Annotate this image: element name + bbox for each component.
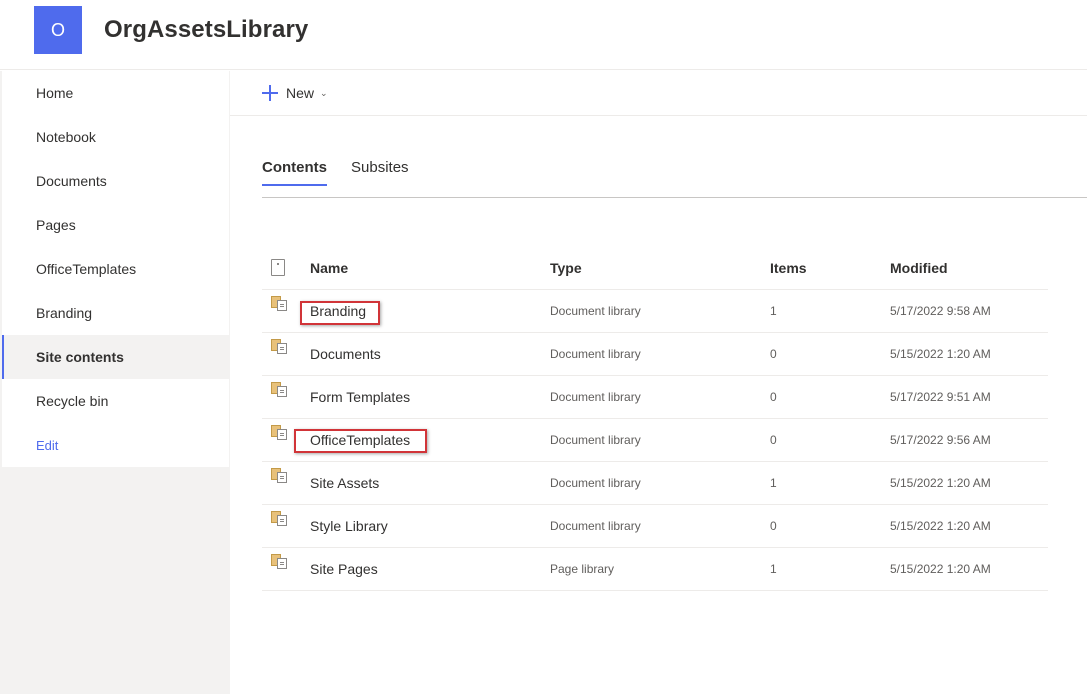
new-button-label: New [286, 85, 315, 101]
row-modified: 5/15/2022 1:20 AM [890, 562, 991, 576]
left-navigation: Home Notebook Documents Pages OfficeTemp… [0, 71, 230, 694]
column-header-items[interactable]: Items [770, 246, 807, 289]
row-items: 1 [770, 304, 777, 318]
site-contents-table: Name Type Items Modified Branding Docume… [262, 246, 1048, 591]
table-row[interactable]: Documents Document library 0 5/15/2022 1… [262, 333, 1048, 376]
site-logo[interactable]: O [34, 6, 82, 54]
site-title[interactable]: OrgAssetsLibrary [104, 16, 308, 44]
content-tabs: Contents Subsites [262, 150, 1087, 198]
row-name-link[interactable]: Form Templates [310, 376, 410, 418]
new-button[interactable]: New ⌄ [262, 82, 328, 104]
row-name-link[interactable]: Documents [310, 333, 381, 375]
document-library-icon [271, 468, 289, 484]
row-modified: 5/17/2022 9:58 AM [890, 304, 991, 318]
column-header-type[interactable]: Type [550, 246, 582, 289]
row-items: 1 [770, 562, 777, 576]
nav-edit-link[interactable]: Edit [2, 423, 229, 467]
table-row[interactable]: Site Assets Document library 1 5/15/2022… [262, 462, 1048, 505]
row-type: Document library [550, 390, 641, 404]
nav-item-officetemplates[interactable]: OfficeTemplates [2, 247, 229, 291]
row-modified: 5/15/2022 1:20 AM [890, 519, 991, 533]
row-type: Document library [550, 476, 641, 490]
page-library-icon [271, 554, 289, 570]
file-type-icon[interactable] [271, 259, 285, 276]
row-name-link[interactable]: Site Assets [310, 462, 379, 504]
nav-item-site-contents[interactable]: Site contents [2, 335, 229, 379]
document-library-icon [271, 382, 289, 398]
row-items: 0 [770, 519, 777, 533]
site-header: O OrgAssetsLibrary [0, 0, 1087, 70]
table-row[interactable]: Form Templates Document library 0 5/17/2… [262, 376, 1048, 419]
table-row[interactable]: Site Pages Page library 1 5/15/2022 1:20… [262, 548, 1048, 591]
column-header-name[interactable]: Name [310, 246, 348, 289]
row-modified: 5/15/2022 1:20 AM [890, 476, 991, 490]
highlight-box-branding [300, 301, 380, 325]
table-row[interactable]: Style Library Document library 0 5/15/20… [262, 505, 1048, 548]
table-header: Name Type Items Modified [262, 246, 1048, 290]
chevron-down-icon: ⌄ [320, 87, 328, 98]
nav-item-notebook[interactable]: Notebook [2, 115, 229, 159]
row-type: Document library [550, 347, 641, 361]
row-name-link[interactable]: Style Library [310, 505, 388, 547]
highlight-box-officetemplates [294, 429, 427, 453]
row-type: Document library [550, 519, 641, 533]
row-items: 1 [770, 476, 777, 490]
row-modified: 5/17/2022 9:51 AM [890, 390, 991, 404]
row-items: 0 [770, 390, 777, 404]
nav-item-home[interactable]: Home [2, 71, 229, 115]
row-name-link[interactable]: Site Pages [310, 548, 378, 590]
nav-item-recycle-bin[interactable]: Recycle bin [2, 379, 229, 423]
nav-list: Home Notebook Documents Pages OfficeTemp… [2, 71, 229, 467]
plus-icon [262, 85, 278, 101]
command-bar: New ⌄ [230, 71, 1087, 116]
row-type: Document library [550, 433, 641, 447]
row-modified: 5/17/2022 9:56 AM [890, 433, 991, 447]
row-type: Page library [550, 562, 615, 576]
document-library-icon [271, 339, 289, 355]
row-items: 0 [770, 347, 777, 361]
column-header-modified[interactable]: Modified [890, 246, 948, 289]
row-type: Document library [550, 304, 641, 318]
document-library-icon [271, 296, 289, 312]
nav-item-pages[interactable]: Pages [2, 203, 229, 247]
document-library-icon [271, 425, 289, 441]
nav-item-documents[interactable]: Documents [2, 159, 229, 203]
row-modified: 5/15/2022 1:20 AM [890, 347, 991, 361]
tab-subsites[interactable]: Subsites [351, 159, 409, 176]
document-library-icon [271, 511, 289, 527]
nav-item-branding[interactable]: Branding [2, 291, 229, 335]
row-items: 0 [770, 433, 777, 447]
tab-contents[interactable]: Contents [262, 159, 327, 186]
